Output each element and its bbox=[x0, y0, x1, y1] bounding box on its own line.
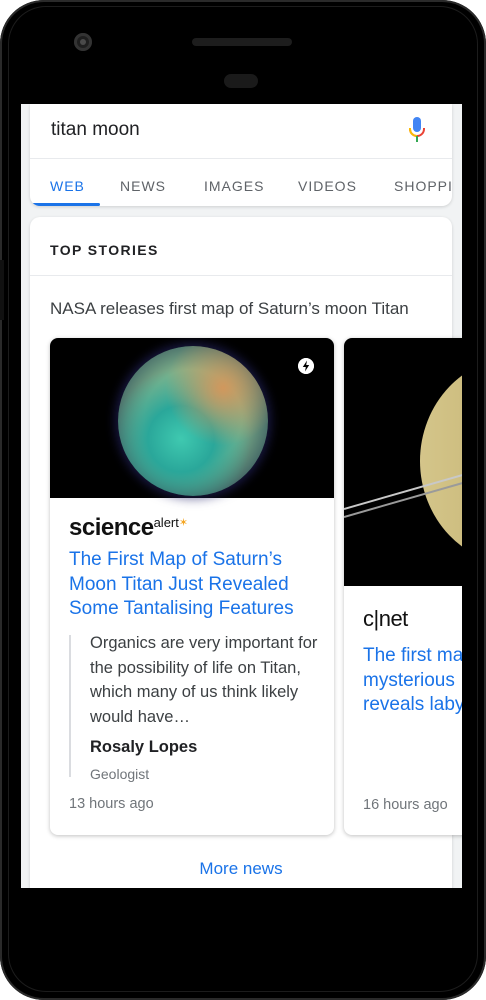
article-timestamp: 16 hours ago bbox=[363, 797, 448, 813]
screen: titan moon WEB NEWS IMAGES VIDEOS SHOPPI… bbox=[21, 104, 462, 888]
source-logo: sciencealert✶ bbox=[69, 514, 188, 541]
titan-moon-image bbox=[118, 346, 268, 496]
amp-lightning-icon bbox=[298, 358, 314, 374]
more-news-link[interactable]: More news bbox=[30, 859, 452, 879]
tab-web[interactable]: WEB bbox=[50, 178, 85, 194]
search-header: titan moon WEB NEWS IMAGES VIDEOS SHOPPI bbox=[30, 104, 452, 206]
proximity-sensor bbox=[224, 74, 258, 88]
tab-videos[interactable]: VIDEOS bbox=[298, 178, 357, 194]
quote-author: Rosaly Lopes bbox=[90, 738, 198, 756]
search-query[interactable]: titan moon bbox=[51, 119, 140, 141]
top-stories-title: TOP STORIES bbox=[50, 242, 159, 258]
news-card[interactable]: sciencealert✶ The First Map of Saturn’s … bbox=[50, 338, 334, 835]
article-title[interactable]: The first ma mysterious reveals laby bbox=[363, 644, 462, 718]
phone-frame: titan moon WEB NEWS IMAGES VIDEOS SHOPPI… bbox=[0, 0, 486, 1000]
tab-images[interactable]: IMAGES bbox=[204, 178, 264, 194]
tab-shopping[interactable]: SHOPPI bbox=[394, 178, 452, 194]
article-title[interactable]: The First Map of Saturn’s Moon Titan Jus… bbox=[69, 548, 319, 622]
quote-author-role: Geologist bbox=[90, 766, 150, 782]
quote-bar bbox=[69, 635, 71, 777]
active-tab-indicator bbox=[30, 203, 100, 206]
tab-news[interactable]: NEWS bbox=[120, 178, 166, 194]
phone-side-button bbox=[0, 260, 4, 320]
saturn-thumbnail bbox=[344, 338, 462, 586]
mic-icon[interactable] bbox=[407, 116, 427, 144]
saturn-image bbox=[420, 356, 462, 566]
article-timestamp: 13 hours ago bbox=[69, 796, 154, 812]
news-card[interactable]: c|net The first ma mysterious reveals la… bbox=[344, 338, 462, 835]
source-logo: c|net bbox=[363, 606, 408, 631]
top-stories-headline[interactable]: NASA releases first map of Saturn’s moon… bbox=[50, 299, 409, 319]
quote-text: Organics are very important for the poss… bbox=[90, 634, 318, 727]
search-tabs: WEB NEWS IMAGES VIDEOS SHOPPI bbox=[30, 158, 452, 206]
top-stories-divider bbox=[30, 275, 452, 276]
earpiece-speaker bbox=[192, 38, 292, 46]
front-camera-icon bbox=[74, 33, 92, 51]
titan-thumbnail bbox=[50, 338, 334, 498]
